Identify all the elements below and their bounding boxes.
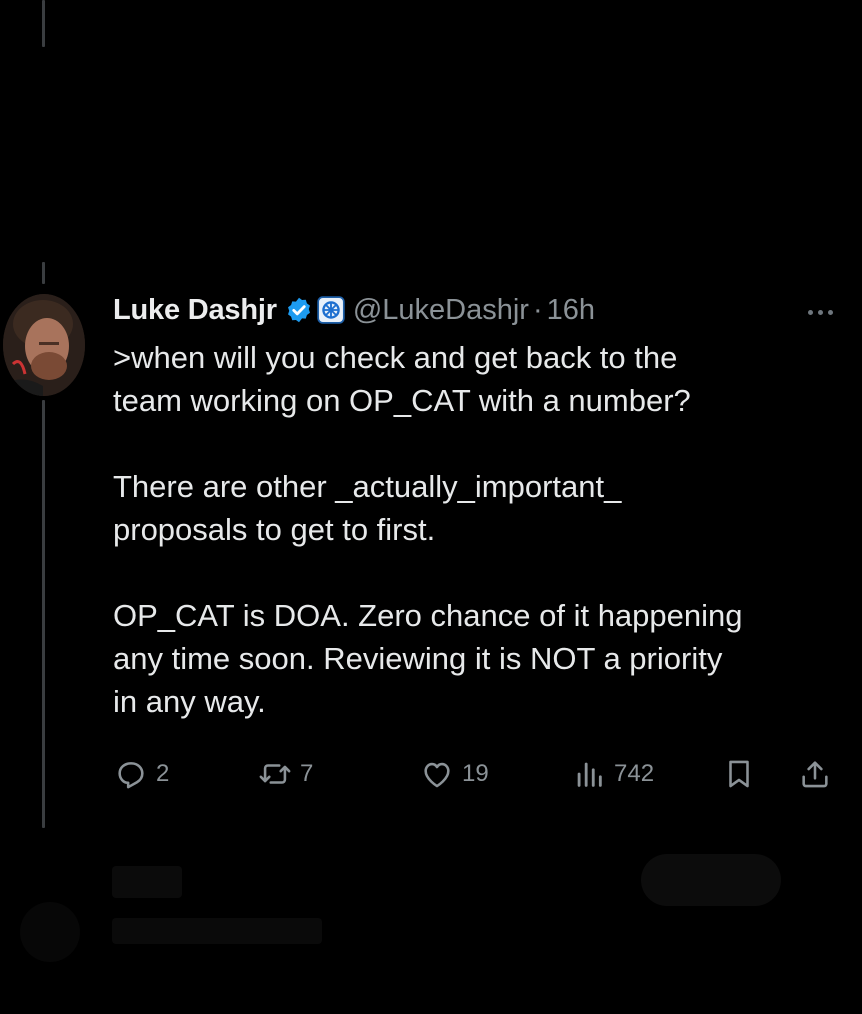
tweet-header: Luke Dashjr @LukeDashjr · 16h	[113, 290, 595, 330]
tweet-action-bar: 2 7 19 742	[0, 754, 862, 794]
reply-count: 2	[156, 760, 170, 787]
share-icon	[802, 761, 828, 788]
more-dot	[807, 309, 813, 315]
tweet-line: any time soon. Reviewing it is NOT a pri…	[113, 641, 723, 676]
views-button[interactable]: 742	[572, 754, 654, 794]
tweet-body: >when will you check and get back to the…	[113, 336, 843, 723]
tweet-line: in any way.	[113, 684, 266, 719]
bookmark-button[interactable]	[722, 754, 756, 794]
share-button[interactable]	[798, 754, 832, 794]
tweet-line: There are other _actually_important_	[113, 469, 622, 504]
views-icon	[577, 762, 602, 787]
like-button[interactable]: 19	[420, 754, 489, 794]
tweet-line: >when will you check and get back to the	[113, 340, 678, 375]
tweet-line: team working on OP_CAT with a number?	[113, 383, 691, 418]
tweet-timestamp[interactable]: 16h	[547, 294, 595, 327]
thread-connector-line	[42, 0, 45, 47]
like-count: 19	[462, 760, 489, 787]
views-count: 742	[614, 760, 655, 787]
author-handle[interactable]: @LukeDashjr	[353, 294, 529, 327]
thread-connector-line	[42, 262, 45, 284]
bookmark-icon	[729, 760, 749, 788]
avatar[interactable]	[3, 294, 85, 396]
faded-next-post	[0, 854, 862, 978]
faded-avatar	[20, 902, 80, 962]
faded-subtitle-placeholder	[112, 918, 322, 944]
repost-icon	[259, 764, 291, 784]
verified-badge-icon	[285, 296, 313, 324]
like-icon	[424, 762, 450, 788]
tweet-line: OP_CAT is DOA. Zero chance of it happeni…	[113, 598, 743, 633]
tweet-line: proposals to get to first.	[113, 512, 436, 547]
faded-name-placeholder	[112, 866, 182, 898]
more-options-icon[interactable]	[800, 300, 840, 324]
author-name[interactable]: Luke Dashjr	[113, 294, 277, 327]
repost-button[interactable]: 7	[258, 754, 313, 794]
faded-follow-button	[641, 854, 781, 906]
repost-count: 7	[300, 760, 314, 787]
more-dot	[817, 309, 823, 315]
affiliate-badge-icon[interactable]	[317, 296, 345, 324]
avatar-photo	[3, 294, 85, 396]
separator-dot: ·	[532, 293, 543, 326]
reply-icon	[118, 762, 144, 789]
reply-button[interactable]: 2	[114, 754, 169, 794]
more-dot	[827, 309, 833, 315]
